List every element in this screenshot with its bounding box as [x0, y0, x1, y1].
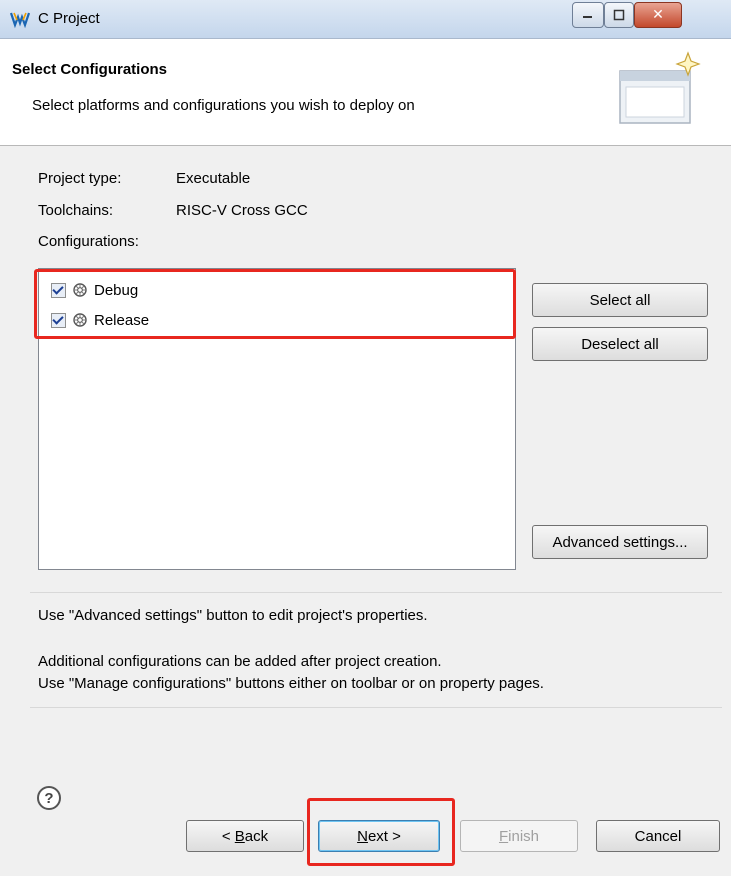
- toolchains-label: Toolchains:: [38, 202, 114, 219]
- advanced-settings-button[interactable]: Advanced settings...: [532, 525, 708, 559]
- page-title: Select Configurations: [12, 61, 168, 78]
- page-subtitle: Select platforms and configurations you …: [32, 97, 415, 114]
- wizard-content: Project type: Executable Toolchains: RIS…: [0, 146, 731, 876]
- maximize-button[interactable]: [604, 2, 634, 28]
- maximize-icon: [613, 9, 625, 21]
- title-bar: C Project ✕: [0, 0, 731, 39]
- app-logo-icon: [10, 12, 30, 29]
- deselect-all-button[interactable]: Deselect all: [532, 327, 708, 361]
- toolchains-value: RISC-V Cross GCC: [176, 202, 308, 219]
- project-type-label: Project type:: [38, 170, 122, 187]
- highlight-box-next: [307, 798, 455, 866]
- highlight-box-configurations: [34, 269, 516, 339]
- help-button[interactable]: ?: [37, 786, 61, 810]
- wizard-header: Select Configurations Select platforms a…: [0, 39, 731, 146]
- minimize-button[interactable]: [572, 2, 604, 28]
- back-prefix: <: [221, 827, 235, 845]
- cancel-button[interactable]: Cancel: [596, 820, 720, 852]
- finish-mnemonic: F: [498, 827, 509, 845]
- project-type-value: Executable: [176, 170, 251, 187]
- back-label-rest: ack: [244, 827, 269, 845]
- back-mnemonic: B: [234, 827, 245, 845]
- back-button[interactable]: < Back: [186, 820, 304, 852]
- finish-label-rest: inish: [508, 827, 540, 845]
- close-button[interactable]: ✕: [634, 2, 682, 28]
- wizard-banner-icon: [619, 51, 701, 124]
- close-icon: ✕: [652, 7, 664, 23]
- info-manage-configurations: Use "Manage configurations" buttons eith…: [38, 675, 544, 692]
- minimize-icon: [583, 16, 592, 18]
- info-additional-configurations: Additional configurations can be added a…: [38, 653, 442, 670]
- finish-button[interactable]: Finish: [460, 820, 578, 852]
- select-all-button[interactable]: Select all: [532, 283, 708, 317]
- info-advanced-settings: Use "Advanced settings" button to edit p…: [38, 607, 428, 624]
- help-icon: ?: [44, 789, 54, 807]
- info-panel: Use "Advanced settings" button to edit p…: [30, 592, 722, 708]
- window-title: C Project: [38, 10, 100, 27]
- configurations-label: Configurations:: [38, 233, 139, 250]
